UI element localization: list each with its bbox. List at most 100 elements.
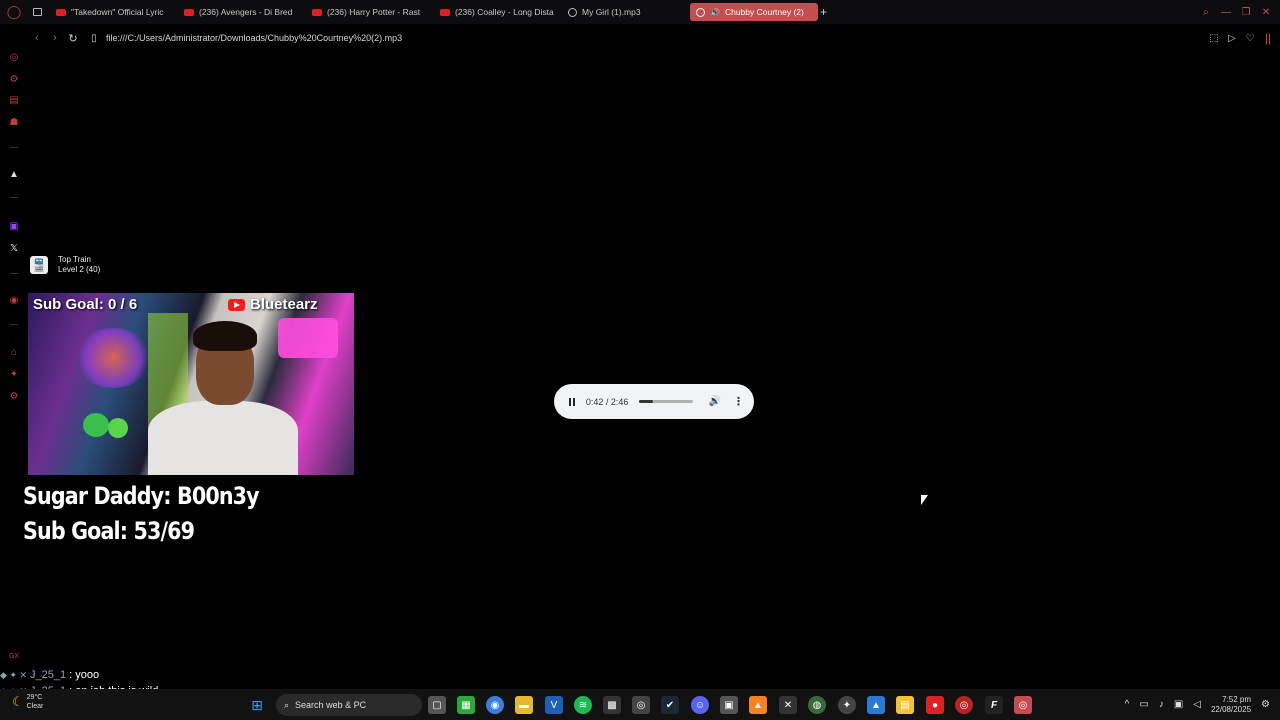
spotify-icon[interactable]: ≋: [574, 696, 592, 714]
twitch-icon[interactable]: ▣: [7, 219, 21, 233]
weather-desc: Clear: [26, 703, 44, 710]
file-explorer-icon[interactable]: ▬: [515, 696, 533, 714]
discord-icon[interactable]: ☺: [691, 696, 709, 714]
minimize-icon[interactable]: —: [1218, 7, 1234, 18]
app-icon[interactable]: ◎: [955, 696, 973, 714]
plush-toy: [108, 418, 128, 438]
seek-bar[interactable]: [639, 400, 693, 403]
maximize-icon[interactable]: ❐: [1238, 7, 1254, 18]
taskbar: ☾ 29°C Clear ⊞ ⌕ Search web & PC ▢ ▦ ◉ ▬ …: [0, 689, 1280, 720]
easy-setup-icon[interactable]: ||: [1262, 31, 1274, 45]
vlc-icon[interactable]: ▲: [749, 696, 767, 714]
webcam-feed: Sub Goal: 0 / 6 Bluetearz: [28, 293, 354, 475]
clock-time: 7:52 pm: [1222, 694, 1252, 704]
chat-message: ◆ ✦ ✕ J_25_1: yooo: [0, 669, 99, 681]
browser-tab-bar: ◯ "Takedown" Official Lyric (236) Avenge…: [0, 0, 1280, 24]
new-tab-plus-icon[interactable]: +: [820, 5, 832, 19]
globe-icon: [696, 7, 705, 17]
streamer-hair: [193, 321, 257, 351]
taskbar-search[interactable]: ⌕ Search web & PC: [276, 694, 422, 716]
youtube-icon: [184, 8, 194, 16]
gx-corner-icon[interactable]: ⚙: [7, 72, 21, 86]
tab-title: My Girl (1).mp3: [582, 7, 641, 17]
pause-icon[interactable]: [565, 395, 579, 409]
tab-chubby-courtney[interactable]: 🔊 Chubby Courtney (2): [690, 3, 818, 21]
photos-icon[interactable]: ▲: [867, 696, 885, 714]
mouse-cursor-icon: [921, 495, 928, 505]
train-text: Top Train Level 2 (40): [58, 255, 100, 275]
app-icon[interactable]: ▣: [720, 696, 738, 714]
sub-goal-text: Sub Goal: 53/69: [23, 517, 195, 545]
opera-gx-taskbar-icon[interactable]: ◎: [632, 696, 650, 714]
tab-title: (236) Harry Potter - Rast: [327, 7, 421, 17]
chevron-up-icon[interactable]: ^: [1125, 699, 1130, 710]
app-icon[interactable]: ◍: [808, 696, 826, 714]
tab-my-girl[interactable]: My Girl (1).mp3: [562, 3, 690, 21]
history-icon[interactable]: ⌂: [7, 345, 21, 359]
capcut-icon[interactable]: ✕: [779, 696, 797, 714]
tab-takedown[interactable]: "Takedown" Official Lyric: [50, 3, 178, 21]
audio-player: 0:42 / 2:46 🔊 ⋮: [554, 384, 754, 419]
channel-label: Bluetearz: [228, 296, 318, 313]
send-icon[interactable]: ▷: [1226, 33, 1238, 44]
search-tabs-icon[interactable]: ⌕: [1198, 7, 1214, 18]
speaker-icon[interactable]: 🔊: [710, 8, 720, 17]
network-icon[interactable]: ▣: [1174, 699, 1183, 710]
aria-icon[interactable]: ▲: [7, 167, 21, 181]
time-display: 0:42 / 2:46: [585, 396, 629, 407]
tray-app-icon[interactable]: ▭: [1139, 699, 1148, 710]
weather-widget[interactable]: ☾ 29°C Clear: [12, 693, 43, 711]
search-icon: ⌕: [284, 699, 290, 710]
more-options-icon[interactable]: ⋮: [733, 395, 744, 408]
steam-icon[interactable]: ✔: [661, 696, 679, 714]
chrome-icon[interactable]: ◉: [486, 696, 504, 714]
settings-gear-icon[interactable]: ⚙: [1261, 699, 1270, 710]
tab-title: (236) Coalley - Long Dista: [455, 7, 554, 17]
vscode-icon[interactable]: V: [545, 696, 563, 714]
forward-icon[interactable]: ›: [46, 32, 64, 44]
opera-gx-active-icon[interactable]: ◎: [1014, 696, 1032, 714]
app-icon[interactable]: F: [985, 696, 1003, 714]
url-field[interactable]: file:///C:/Users/Administrator/Downloads…: [106, 33, 402, 43]
volume-tray-icon[interactable]: ◁: [1193, 699, 1201, 710]
globe-icon: [568, 7, 577, 17]
opera-gx-logo-icon[interactable]: ◯: [0, 0, 28, 24]
sidebar-divider: [10, 324, 18, 325]
player-icon[interactable]: ◉: [7, 293, 21, 307]
app-icon[interactable]: ✦: [838, 696, 856, 714]
keyboard-app-icon[interactable]: ▩: [603, 696, 621, 714]
chat-text: : yooo: [69, 669, 100, 681]
chat-username: J_25_1: [30, 669, 67, 681]
task-view-icon[interactable]: ▢: [428, 696, 446, 714]
tab-avengers[interactable]: (236) Avengers - Di Bred: [178, 3, 306, 21]
reload-icon[interactable]: ↻: [64, 32, 82, 45]
extensions-icon[interactable]: ✦: [7, 367, 21, 381]
x-icon[interactable]: 𝕏: [7, 241, 21, 255]
xbox-icon[interactable]: ▦: [457, 696, 475, 714]
volume-icon[interactable]: 🔊: [709, 396, 721, 407]
youtube-icon: [228, 298, 245, 311]
top-train-widget: 🚆 Top Train Level 2 (40): [30, 255, 100, 275]
app-icon[interactable]: ●: [926, 696, 944, 714]
bookmark-heart-icon[interactable]: ♡: [1244, 33, 1256, 44]
gx-store-icon[interactable]: ☗: [7, 115, 21, 129]
sidebar-divider: [10, 273, 18, 274]
snapshot-icon[interactable]: ⬚: [1208, 33, 1220, 44]
address-bar-actions: ⬚ ▷ ♡ ||: [1208, 28, 1274, 48]
sticky-notes-icon[interactable]: ▤: [896, 696, 914, 714]
close-icon[interactable]: ✕: [1258, 7, 1274, 18]
tab-coalley[interactable]: (236) Coalley - Long Dista: [434, 3, 562, 21]
settings-icon[interactable]: ⚙: [7, 389, 21, 403]
start-windows-icon[interactable]: ⊞: [248, 696, 266, 714]
clock[interactable]: 7:52 pm 22/08/2025: [1211, 695, 1251, 715]
tab-harry-potter[interactable]: (236) Harry Potter - Rast: [306, 3, 434, 21]
tab-side-panel-icon[interactable]: [28, 3, 50, 21]
gx-control-icon[interactable]: ◎: [7, 50, 21, 64]
tv-icon[interactable]: ▤: [7, 93, 21, 107]
clock-date: 22/08/2025: [1210, 704, 1252, 714]
weather-temp: 29°C: [26, 694, 43, 701]
back-icon[interactable]: ‹: [28, 32, 46, 44]
train-level: Level 2 (40): [58, 265, 101, 274]
gx-logo-icon[interactable]: GX: [7, 649, 21, 663]
microphone-icon[interactable]: ♪: [1159, 699, 1164, 710]
